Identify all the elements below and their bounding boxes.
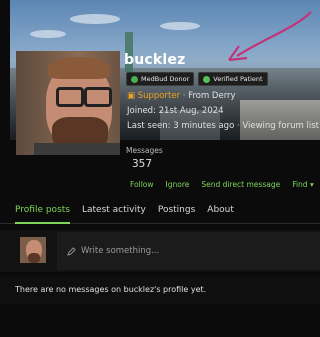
- badge-list: MedBud Donor Verified Patient: [126, 72, 268, 86]
- verified-shield-icon: [203, 75, 211, 83]
- location-text: From Derry: [188, 91, 236, 101]
- composer-placeholder: Write something...: [81, 246, 160, 256]
- profile-tabs: Profile posts Latest activity Postings A…: [0, 200, 320, 224]
- messages-label: Messages: [126, 146, 163, 155]
- tab-profile-posts[interactable]: Profile posts: [15, 200, 70, 224]
- tab-about[interactable]: About: [207, 200, 234, 224]
- send-direct-message-button[interactable]: Send direct message: [201, 180, 280, 189]
- supporter-label[interactable]: Supporter: [138, 91, 180, 101]
- ignore-button[interactable]: Ignore: [166, 180, 190, 189]
- profile-username: bucklez: [124, 52, 186, 68]
- joined-text: Joined: 21st Aug, 2024: [127, 106, 224, 116]
- profile-actions: Follow Ignore Send direct message Find ▾: [130, 180, 314, 189]
- cloud-shape: [30, 30, 66, 38]
- profile-post-composer: Write something...: [0, 230, 320, 272]
- profile-meta: ▣ Supporter · From Derry Joined: 21st Au…: [127, 91, 319, 131]
- pencil-icon: [67, 246, 76, 256]
- badge-verified-patient[interactable]: Verified Patient: [198, 72, 268, 86]
- annotation-arrow-icon: [228, 11, 312, 62]
- tab-latest-activity[interactable]: Latest activity: [82, 200, 146, 224]
- messages-count[interactable]: 357: [132, 158, 152, 170]
- cloud-shape: [160, 22, 200, 30]
- tab-postings[interactable]: Postings: [158, 200, 195, 224]
- composer-avatar[interactable]: [20, 237, 46, 263]
- follow-button[interactable]: Follow: [130, 180, 154, 189]
- profile-avatar[interactable]: [16, 51, 120, 155]
- write-something-input[interactable]: Write something...: [57, 232, 320, 270]
- find-dropdown[interactable]: Find ▾: [292, 180, 314, 189]
- badge-medbud-donor[interactable]: MedBud Donor: [126, 72, 195, 86]
- last-seen-text: Last seen: 3 minutes ago: [127, 121, 235, 131]
- supporter-icon: ▣: [127, 91, 138, 101]
- activity-text[interactable]: Viewing forum list: [242, 121, 319, 131]
- cloud-shape: [70, 14, 120, 24]
- empty-profile-posts-message: There are no messages on bucklez's profi…: [0, 276, 320, 304]
- caret-down-icon: ▾: [309, 180, 314, 189]
- medbud-leaf-icon: [131, 75, 138, 83]
